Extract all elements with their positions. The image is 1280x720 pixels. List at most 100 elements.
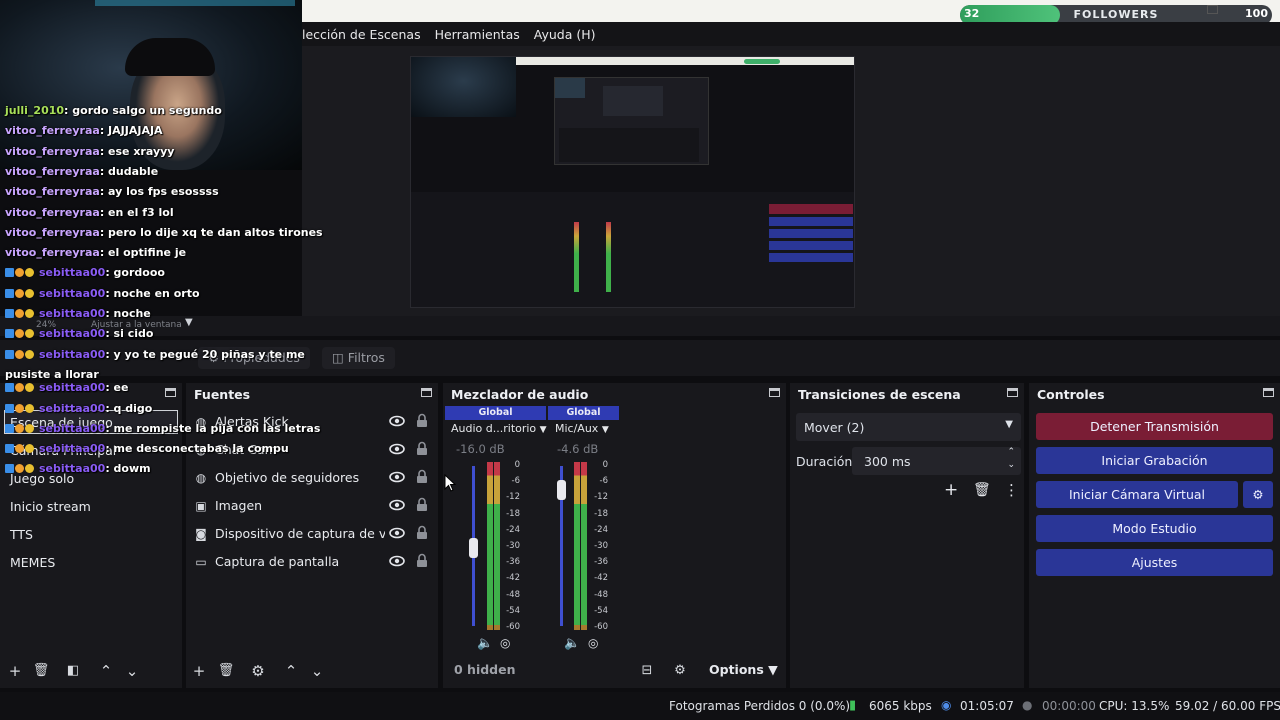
sub-badge-icon xyxy=(5,268,14,277)
volume-fader-knob[interactable] xyxy=(557,480,566,500)
channel-name[interactable]: Audio d...ritorio ▼ xyxy=(451,422,547,435)
source-row[interactable]: ▭ Captura de pantalla xyxy=(192,552,432,574)
filters-button[interactable]: ◫ Filtros xyxy=(322,347,395,369)
headphone-monitor-icon[interactable]: ◎ xyxy=(588,636,598,650)
channel-name[interactable]: Mic/Aux ▼ xyxy=(555,422,609,435)
chevron-down-icon: ▼ xyxy=(768,662,778,677)
menu-tools[interactable]: Herramientas xyxy=(435,27,520,42)
volume-fader-knob[interactable] xyxy=(469,537,478,558)
move-scene-up-button[interactable]: ⌃ xyxy=(97,662,115,680)
preview-nested-window xyxy=(554,77,709,165)
duration-spinbox[interactable]: 300 ms ⌃ ⌄ xyxy=(852,447,1021,475)
chat-message: vitoo_ferreyraa: JAJJAJAJA xyxy=(5,124,163,137)
vip-badge-icon xyxy=(25,404,34,413)
stop-stream-button[interactable]: Detener Transmisión xyxy=(1036,413,1273,440)
dock-float-icon[interactable] xyxy=(1007,388,1018,397)
visibility-eye-icon[interactable] xyxy=(389,470,405,484)
stream-live-icon: ◉ xyxy=(941,698,952,712)
chevron-down-icon[interactable]: ⌄ xyxy=(1007,460,1015,470)
move-source-up-button[interactable]: ⌃ xyxy=(282,662,300,680)
transition-menu-icon[interactable]: ⋮ xyxy=(1004,481,1019,499)
scene-filters-button[interactable]: ◧ xyxy=(64,662,82,680)
remove-source-button[interactable]: 🗑 xyxy=(217,662,235,680)
sources-footer: + 🗑 ⚙ ⌃ ⌄ xyxy=(186,654,438,688)
remove-transition-button[interactable]: 🗑 xyxy=(973,482,991,498)
lock-icon[interactable] xyxy=(416,497,428,512)
start-recording-button[interactable]: Iniciar Grabación xyxy=(1036,447,1273,474)
menu-scene-collection[interactable]: lección de Escenas xyxy=(302,27,421,42)
chat-text: : y yo te pegué 20 piñas y te me xyxy=(105,348,305,361)
dock-float-icon[interactable] xyxy=(1263,388,1274,397)
moderator-badge-icon xyxy=(15,383,24,392)
chevron-down-icon: ▼ xyxy=(601,425,609,435)
mixer-layout-button[interactable]: ⊟ xyxy=(638,662,656,680)
channel-global-tag: Global xyxy=(548,406,619,420)
headphone-monitor-icon[interactable]: ◎ xyxy=(500,636,510,650)
lock-icon[interactable] xyxy=(416,553,428,568)
studio-mode-button[interactable]: Modo Estudio xyxy=(1036,515,1273,542)
chat-username: sebittaa00 xyxy=(39,402,106,415)
scene-item[interactable]: MEMES xyxy=(10,555,55,570)
chat-username: vitoo_ferreyraa xyxy=(5,165,100,178)
visibility-eye-icon[interactable] xyxy=(389,498,405,512)
chat-text: : me desconectabas la compu xyxy=(105,442,289,455)
hidden-count[interactable]: 0 hidden xyxy=(454,662,516,677)
channel-db: -4.6 dB xyxy=(557,442,599,456)
preview-followers-thumb xyxy=(744,59,780,64)
dock-float-icon[interactable] xyxy=(421,388,432,397)
lock-icon[interactable] xyxy=(416,469,428,484)
chat-badges xyxy=(5,402,39,415)
chat-message: vitoo_ferreyraa: en el f3 lol xyxy=(5,206,174,219)
chat-badges xyxy=(5,381,39,394)
settings-button[interactable]: Ajustes xyxy=(1036,549,1273,576)
visibility-eye-icon[interactable] xyxy=(389,526,405,540)
chat-badges xyxy=(5,287,39,300)
source-properties-button[interactable]: ⚙ xyxy=(249,662,267,680)
chat-username: vitoo_ferreyraa xyxy=(5,246,100,259)
chat-message: pusiste a llorar xyxy=(5,368,99,381)
preview-nested-docks xyxy=(559,128,699,162)
add-scene-button[interactable]: + xyxy=(6,662,24,680)
vip-badge-icon xyxy=(25,350,34,359)
maximize-icon[interactable] xyxy=(1207,5,1218,14)
scene-item[interactable]: TTS xyxy=(10,527,33,542)
chat-username: vitoo_ferreyraa xyxy=(5,206,100,219)
moderator-badge-icon xyxy=(15,350,24,359)
add-source-button[interactable]: + xyxy=(190,662,208,680)
move-source-down-button[interactable]: ⌄ xyxy=(308,662,326,680)
speaker-icon[interactable]: 🔈 xyxy=(564,636,580,651)
preview-nested-cam xyxy=(555,78,585,98)
lock-icon[interactable] xyxy=(416,413,428,428)
source-row[interactable]: ◙ Dispositivo de captura de vide xyxy=(192,524,432,546)
preview-settings-thumb xyxy=(769,253,853,262)
chat-text: : ay los fps esossss xyxy=(99,185,219,198)
speaker-icon[interactable]: 🔈 xyxy=(477,636,493,651)
volume-meter-left xyxy=(487,462,493,630)
chat-text: : gordooo xyxy=(105,266,165,279)
lock-icon[interactable] xyxy=(416,441,428,456)
visibility-eye-icon[interactable] xyxy=(389,554,405,568)
mixer-options-button[interactable]: Options ▼ xyxy=(709,662,778,677)
advanced-audio-button[interactable]: ⚙ xyxy=(671,662,689,680)
program-preview[interactable] xyxy=(410,56,855,308)
visibility-eye-icon[interactable] xyxy=(389,442,405,456)
chat-message: sebittaa00: me rompiste la pija con las … xyxy=(5,422,320,435)
add-transition-button[interactable]: + xyxy=(944,480,958,500)
lock-icon[interactable] xyxy=(416,525,428,540)
transition-select[interactable]: Mover (2) ▼ xyxy=(796,413,1021,441)
dock-float-icon[interactable] xyxy=(769,388,780,397)
meter-tick-label: -12 xyxy=(594,492,608,503)
move-scene-down-button[interactable]: ⌄ xyxy=(123,662,141,680)
menu-help[interactable]: Ayuda (H) xyxy=(534,27,596,42)
cpu-usage: CPU: 13.5% xyxy=(1099,699,1170,713)
record-icon: ● xyxy=(1022,698,1033,712)
streamer-cap xyxy=(125,38,215,76)
start-virtual-camera-button[interactable]: Iniciar Cámara Virtual xyxy=(1036,481,1238,508)
chevron-up-icon[interactable]: ⌃ xyxy=(1007,447,1015,457)
sub-badge-icon xyxy=(5,444,14,453)
remove-scene-button[interactable]: 🗑 xyxy=(32,662,50,680)
dropped-frames: Fotogramas Perdidos 0 (0.0%) xyxy=(669,699,851,713)
virtual-camera-settings-button[interactable]: ⚙ xyxy=(1243,481,1273,508)
visibility-eye-icon[interactable] xyxy=(389,414,405,428)
chat-username: sebittaa00 xyxy=(39,462,106,475)
